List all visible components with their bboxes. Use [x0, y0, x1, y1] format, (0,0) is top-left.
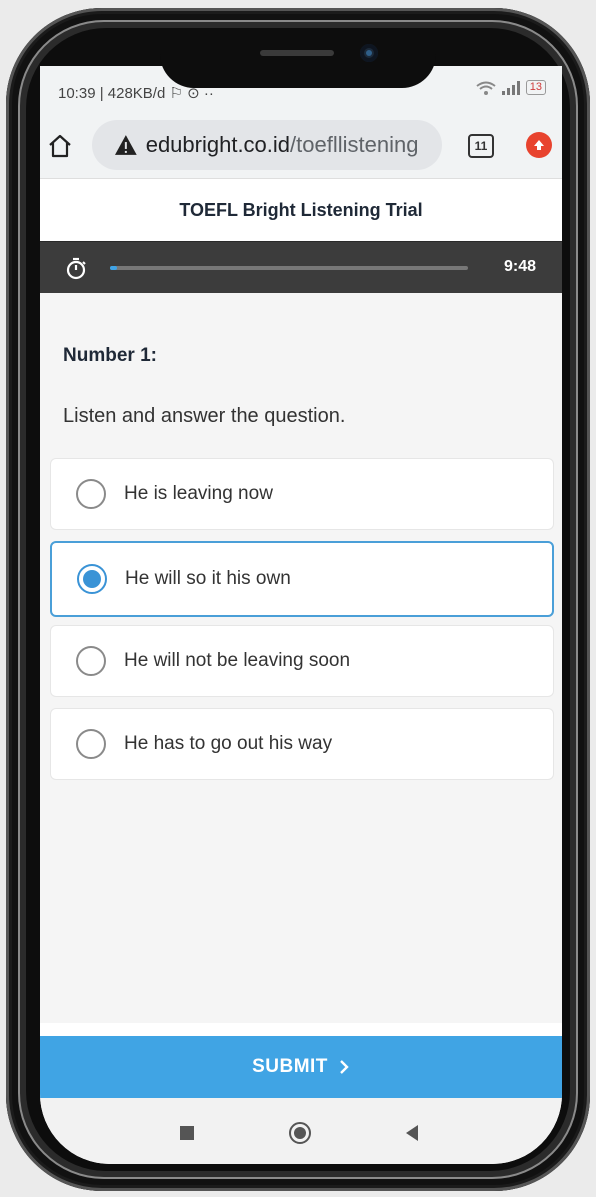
not-secure-warning-icon[interactable]	[114, 134, 138, 156]
option-label: He will so it his own	[125, 568, 291, 589]
recents-icon[interactable]	[180, 1126, 194, 1140]
answer-option-1[interactable]: He is leaving now	[50, 458, 554, 530]
option-label: He has to go out his way	[124, 733, 333, 754]
signal-icon	[501, 80, 520, 95]
battery-icon: 13	[525, 80, 546, 95]
stopwatch-icon	[66, 257, 86, 280]
home-nav-icon[interactable]	[289, 1122, 311, 1144]
timer-progress-fill	[110, 266, 118, 270]
url-path: /toefllistening	[290, 132, 419, 157]
question-number: Number 1:	[63, 345, 157, 366]
speaker-grille	[260, 50, 334, 56]
phone-notch	[160, 30, 436, 88]
phone-screen: 10:39 | 428KB/d ⚐ ⊙ ·· 13 edubright.co.i…	[40, 66, 562, 1164]
address-bar[interactable]: edubright.co.id/toefllistening	[92, 120, 442, 170]
browser-toolbar: edubright.co.id/toefllistening 11	[40, 112, 562, 179]
radio-button[interactable]	[76, 646, 106, 676]
question-content: Number 1: Listen and answer the question…	[40, 293, 562, 1023]
submit-button[interactable]: SUBMIT	[40, 1036, 562, 1098]
option-label: He is leaving now	[124, 483, 273, 504]
back-icon[interactable]	[406, 1125, 418, 1141]
timer-text: 9:48	[503, 258, 536, 275]
android-nav-bar	[40, 1098, 562, 1164]
wifi-icon	[476, 81, 496, 95]
question-prompt: Listen and answer the question.	[63, 405, 346, 427]
url-text: edubright.co.id/toefllistening	[146, 132, 442, 158]
submit-label: SUBMIT	[252, 1056, 328, 1077]
url-domain: edubright.co.id	[145, 132, 291, 157]
page-title: TOEFL Bright Listening Trial	[40, 179, 562, 241]
radio-button[interactable]	[76, 729, 106, 759]
chevron-right-icon	[340, 1060, 349, 1074]
timer-bar: 9:48	[40, 241, 562, 294]
radio-button[interactable]	[76, 479, 106, 509]
radio-button[interactable]	[77, 564, 107, 594]
upload-icon[interactable]	[526, 132, 552, 158]
option-label: He will not be leaving soon	[124, 650, 351, 671]
status-icons: 13	[476, 80, 546, 95]
answer-option-3[interactable]: He will not be leaving soon	[50, 625, 554, 697]
answer-option-4[interactable]: He has to go out his way	[50, 708, 554, 780]
home-icon[interactable]	[46, 132, 74, 160]
timer-progress-track	[110, 266, 468, 270]
tab-switcher-button[interactable]: 11	[468, 134, 494, 158]
front-camera-icon	[360, 44, 378, 62]
answer-option-2[interactable]: He will so it his own	[50, 541, 554, 617]
